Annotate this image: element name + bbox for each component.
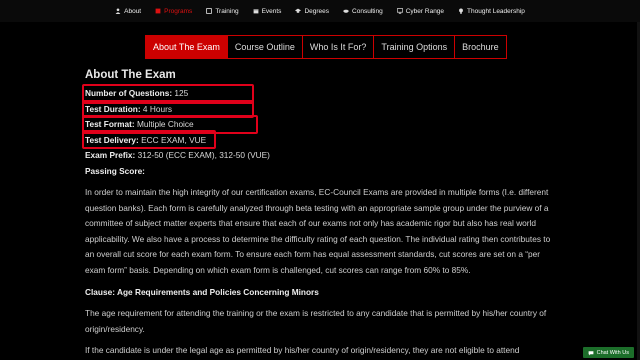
fact-label: Test Format: — [85, 119, 135, 129]
clause-title: Clause: Age Requirements and Policies Co… — [85, 287, 319, 297]
fact-exam-prefix: Exam Prefix: 312-50 (ECC EXAM), 312-50 (… — [85, 148, 557, 164]
exam-content: About The Exam Number of Questions: 125 … — [85, 68, 557, 359]
tab-course-outline[interactable]: Course Outline — [228, 36, 303, 58]
nav-item-degrees[interactable]: Degrees — [295, 8, 329, 15]
chat-label: Chat With Us — [596, 349, 629, 356]
section-title: About The Exam — [85, 69, 176, 81]
fact-test-duration: Test Duration: 4 Hours — [85, 102, 557, 118]
paragraph-forms: In order to maintain the high integrity … — [85, 187, 551, 275]
book-icon — [155, 8, 161, 14]
nav-item-about[interactable]: About — [115, 8, 141, 15]
passing-score-label: Passing Score: — [85, 164, 557, 180]
fact-value: ECC EXAM, VUE — [138, 134, 207, 145]
nav-label: Thought Leadership — [467, 7, 525, 15]
fact-label: Exam Prefix: — [85, 150, 136, 160]
tab-about-the-exam[interactable]: About The Exam — [146, 36, 228, 58]
paragraph-age: The age requirement for attending the tr… — [85, 308, 547, 334]
nav-label: Degrees — [304, 7, 330, 15]
fact-number-of-questions: Number of Questions: 125 — [85, 86, 557, 102]
nav-label: Programs — [164, 7, 193, 15]
fact-label: Passing Score: — [85, 165, 145, 176]
chat-with-us-button[interactable]: Chat With Us — [582, 347, 634, 358]
nav-item-events[interactable]: Events — [253, 7, 282, 15]
monitor-icon — [396, 8, 403, 14]
fact-label: Test Duration: — [85, 103, 141, 114]
fact-test-format: Test Format: Multiple Choice — [85, 117, 557, 133]
nav-label: Cyber Range — [405, 7, 445, 15]
fact-test-delivery: Test Delivery: ECC EXAM, VUE — [85, 133, 557, 149]
tab-training-options[interactable]: Training Options — [374, 36, 456, 58]
fact-value: Multiple Choice — [134, 119, 194, 129]
lightbulb-icon — [458, 8, 464, 14]
chat-icon — [588, 350, 594, 356]
nav-item-training[interactable]: Training — [206, 7, 239, 15]
fact-label: Test Delivery: — [85, 134, 139, 145]
fact-label: Number of Questions: — [85, 88, 173, 98]
user-icon — [115, 8, 121, 14]
exam-tabs: About The Exam Course Outline Who Is It … — [145, 35, 507, 59]
top-navigation: About Programs Training Events Degrees C… — [0, 0, 640, 22]
paragraph-minors: If the candidate is under the legal age … — [85, 345, 520, 355]
training-icon — [206, 8, 213, 14]
nav-item-consulting[interactable]: Consulting — [343, 8, 383, 15]
graduation-icon — [295, 8, 302, 14]
nav-label: Consulting — [352, 7, 383, 15]
calendar-icon — [253, 8, 259, 14]
nav-item-cyber-range[interactable]: Cyber Range — [396, 7, 445, 15]
nav-item-programs[interactable]: Programs — [155, 8, 192, 15]
fact-value: 4 Hours — [140, 103, 172, 114]
handshake-icon — [343, 8, 350, 14]
nav-label: About — [124, 7, 142, 15]
nav-item-thought-leadership[interactable]: Thought Leadership — [458, 8, 525, 15]
nav-label: Events — [261, 7, 282, 15]
nav-label: Training — [215, 7, 239, 15]
fact-value: 125 — [172, 88, 189, 98]
fact-value: 312-50 (ECC EXAM), 312-50 (VUE) — [135, 150, 270, 160]
tab-who-is-it-for[interactable]: Who Is It For? — [303, 36, 375, 58]
tab-brochure[interactable]: Brochure — [455, 36, 506, 58]
